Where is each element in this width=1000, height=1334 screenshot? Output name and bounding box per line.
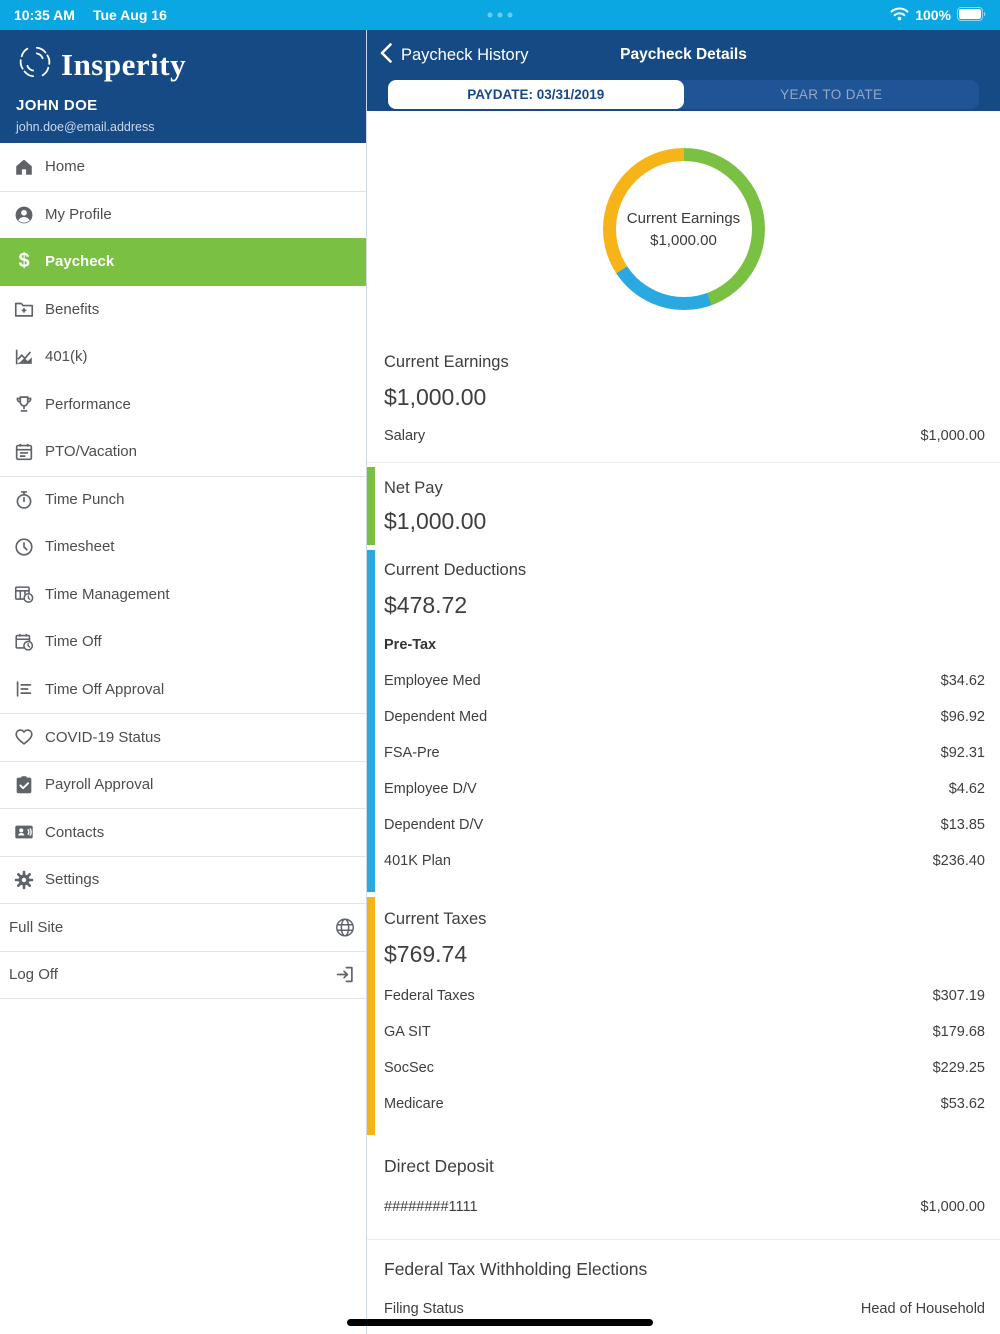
battery-percent: 100%	[915, 7, 951, 23]
line-item: Employee D/V $4.62	[384, 781, 985, 797]
menu-divider	[0, 998, 366, 999]
section-amount: $478.72	[384, 592, 468, 618]
deductions-color-bar	[367, 550, 375, 892]
user-name: JOHN DOE	[16, 97, 98, 114]
section-amount: $769.74	[384, 941, 468, 967]
back-chevron-icon	[380, 42, 392, 68]
sidebar-item-time-off-approval[interactable]: Time Off Approval	[0, 666, 366, 714]
calendar-icon	[13, 441, 35, 463]
paydate-ytd-tabs: PAYDATE: 03/31/2019 YEAR TO DATE	[388, 80, 979, 109]
line-item: Federal Taxes $307.19	[384, 988, 985, 1004]
line-item: SocSec $229.25	[384, 1060, 985, 1076]
multitask-dots-icon	[487, 12, 513, 18]
line-item: Employee Med $34.62	[384, 673, 985, 689]
dollar-icon: $	[18, 250, 30, 273]
sidebar-item-timesheet[interactable]: Timesheet	[0, 523, 366, 571]
section-title: Net Pay	[384, 479, 443, 497]
section-title: Direct Deposit	[384, 1156, 494, 1176]
sidebar-item-401k[interactable]: 401(k)	[0, 333, 366, 381]
grid-clock-icon	[13, 583, 35, 605]
sidebar-item-time-management[interactable]: Time Management	[0, 571, 366, 619]
insperity-logo: Insperity	[16, 43, 350, 86]
section-amount: $1,000.00	[384, 384, 487, 410]
line-item: 401K Plan $236.40	[384, 853, 985, 869]
sidebar-header: Insperity JOHN DOE john.doe@email.addres…	[0, 30, 366, 143]
list-icon	[13, 678, 35, 700]
section-title: Current Taxes	[384, 910, 487, 928]
tab-paydate[interactable]: PAYDATE: 03/31/2019	[388, 80, 684, 109]
line-item: Medicare $53.62	[384, 1096, 985, 1112]
sidebar-item-home[interactable]: Home	[0, 143, 366, 191]
wifi-icon	[890, 7, 909, 24]
current-deductions-section: Current Deductions $478.72 Pre-Tax Emplo…	[367, 550, 1000, 892]
sidebar-item-settings[interactable]: Settings	[0, 855, 366, 904]
section-title: Current Deductions	[384, 561, 527, 579]
status-bar: 10:35 AM Tue Aug 16 100%	[0, 0, 1000, 30]
status-date: Tue Aug 16	[92, 7, 167, 23]
sidebar-item-covid-19-status[interactable]: COVID-19 Status	[0, 713, 366, 761]
benefits-folder-icon	[13, 298, 35, 320]
sidebar-item-full-site[interactable]: Full Site	[0, 903, 366, 951]
gear-icon	[13, 869, 35, 891]
sidebar-item-payroll-approval[interactable]: Payroll Approval	[0, 760, 366, 809]
sidebar-item-log-off[interactable]: Log Off	[0, 950, 366, 999]
home-icon	[13, 156, 35, 178]
stopwatch-icon	[13, 489, 35, 511]
line-item: ########1111 $1,000.00	[384, 1199, 985, 1215]
section-amount: $1,000.00	[384, 508, 487, 534]
net-pay-color-bar	[367, 467, 375, 545]
content-header: Paycheck History Paycheck Details PAYDAT…	[367, 30, 1000, 111]
sidebar-item-performance[interactable]: Performance	[0, 381, 366, 429]
globe-icon	[334, 916, 356, 938]
paycheck-details-panel: Current Earnings $1,000.00 Current Earni…	[367, 111, 1000, 1334]
line-item: FSA-Pre $92.31	[384, 745, 985, 761]
tab-year-to-date[interactable]: YEAR TO DATE	[684, 80, 980, 109]
line-item: Salary $1,000.00	[384, 428, 985, 444]
contact-card-icon	[13, 821, 35, 843]
direct-deposit-section: Direct Deposit ########1111 $1,000.00	[367, 1135, 1000, 1240]
sidebar-item-pto-vacation[interactable]: PTO/Vacation	[0, 428, 366, 476]
donut-chart: Current Earnings $1,000.00	[602, 148, 765, 310]
profile-icon	[13, 204, 35, 226]
sidebar-item-contacts[interactable]: Contacts	[0, 808, 366, 856]
battery-icon	[957, 6, 986, 24]
line-item: Filing Status Head of Household	[384, 1301, 985, 1317]
sidebar-menu: Home My Profile $ Paycheck Benefits 401(…	[0, 143, 366, 999]
pre-tax-subheading: Pre-Tax	[384, 637, 437, 653]
line-item: GA SIT $179.68	[384, 1024, 985, 1040]
sidebar-item-time-off[interactable]: Time Off	[0, 618, 366, 666]
donut-center-value: $1,000.00	[650, 231, 717, 249]
sidebar-item-paycheck[interactable]: $ Paycheck	[0, 238, 366, 286]
sidebar: Insperity JOHN DOE john.doe@email.addres…	[0, 30, 367, 1334]
status-time: 10:35 AM	[14, 7, 75, 23]
brand-name: Insperity	[61, 46, 187, 82]
sidebar-item-time-punch[interactable]: Time Punch	[0, 475, 366, 524]
masked-account-number: ########1111	[384, 1199, 478, 1215]
logout-icon	[334, 964, 356, 986]
donut-center-label: Current Earnings	[626, 209, 741, 227]
net-pay-section: Net Pay $1,000.00	[367, 467, 1000, 545]
current-earnings-section: Current Earnings $1,000.00 Salary $1,000…	[367, 353, 1000, 463]
clipboard-check-icon	[13, 774, 35, 796]
chart-icon	[13, 346, 35, 368]
section-title: Current Earnings	[384, 353, 509, 371]
clock-icon	[13, 536, 35, 558]
current-taxes-section: Current Taxes $769.74 Federal Taxes $307.…	[367, 897, 1000, 1135]
sidebar-item-benefits[interactable]: Benefits	[0, 286, 366, 334]
sidebar-item-my-profile[interactable]: My Profile	[0, 190, 366, 239]
line-item: Dependent Med $96.92	[384, 709, 985, 725]
line-item: Dependent D/V $13.85	[384, 817, 985, 833]
trophy-icon	[13, 393, 35, 415]
home-indicator-handle[interactable]	[347, 1319, 653, 1326]
taxes-color-bar	[367, 897, 375, 1135]
section-title: Federal Tax Withholding Elections	[384, 1259, 648, 1279]
calendar-clock-icon	[13, 631, 35, 653]
heart-icon	[13, 726, 35, 748]
user-email: john.doe@email.address	[16, 120, 155, 134]
insperity-swirl-icon	[16, 43, 54, 86]
back-button[interactable]: Paycheck History	[380, 42, 528, 68]
